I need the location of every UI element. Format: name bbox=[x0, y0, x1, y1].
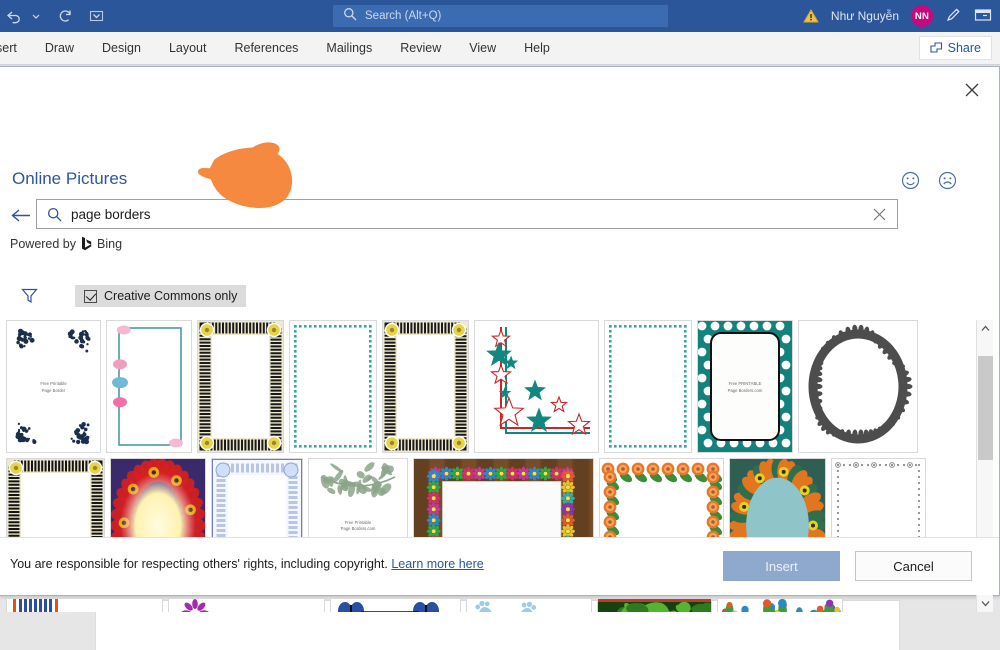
result-thumbnail[interactable] bbox=[289, 320, 377, 453]
scrollbar-thumb[interactable] bbox=[978, 356, 993, 460]
chevron-up-icon[interactable] bbox=[977, 320, 994, 337]
search-input-value: page borders bbox=[71, 207, 861, 222]
cancel-button[interactable]: Cancel bbox=[855, 551, 972, 581]
tab-insert[interactable]: sert bbox=[0, 32, 31, 65]
result-thumbnail[interactable] bbox=[382, 320, 469, 453]
smiley-sad-icon[interactable] bbox=[938, 171, 957, 195]
word-search-placeholder: Search (Alt+Q) bbox=[365, 10, 441, 22]
result-thumbnail[interactable] bbox=[604, 320, 692, 453]
dialog-footer: You are responsible for respecting other… bbox=[0, 537, 999, 595]
close-icon[interactable] bbox=[961, 79, 983, 101]
undo-icon[interactable] bbox=[4, 6, 24, 26]
tab-mailings[interactable]: Mailings bbox=[312, 32, 386, 65]
back-arrow-icon[interactable] bbox=[10, 204, 32, 226]
result-thumbnail[interactable] bbox=[474, 320, 599, 453]
word-title-bar: Document1 - Word Search (Alt+Q) Như Nguy… bbox=[0, 0, 1000, 32]
feedback-group bbox=[901, 171, 957, 195]
thumbnail-caption: Free Printable Page Borders.com bbox=[309, 520, 407, 533]
result-thumbnail[interactable]: Free PRINTABLE Page Borders.com bbox=[697, 320, 793, 453]
ribbon-display-options-icon[interactable] bbox=[974, 8, 992, 25]
copyright-text: You are responsible for respecting other… bbox=[10, 557, 388, 571]
avatar[interactable]: NN bbox=[911, 5, 933, 27]
clear-x-icon[interactable] bbox=[861, 208, 897, 221]
filter-funnel-icon[interactable] bbox=[19, 286, 39, 306]
page-title: Online Pictures bbox=[12, 169, 127, 189]
tab-design[interactable]: Design bbox=[88, 32, 155, 65]
tab-view[interactable]: View bbox=[455, 32, 510, 65]
result-thumbnail[interactable] bbox=[717, 598, 843, 612]
bing-search-input[interactable]: page borders bbox=[36, 199, 898, 229]
result-thumbnail[interactable] bbox=[168, 598, 325, 612]
result-thumbnail[interactable] bbox=[6, 598, 163, 612]
ribbon-tab-bar: sert Draw Design Layout References Maili… bbox=[0, 32, 1000, 65]
word-search-box[interactable]: Search (Alt+Q) bbox=[333, 5, 668, 27]
tab-help[interactable]: Help bbox=[510, 32, 564, 65]
account-name[interactable]: Như Nguyễn bbox=[831, 9, 899, 23]
result-thumbnail[interactable] bbox=[798, 320, 918, 453]
learn-more-link[interactable]: Learn more here bbox=[391, 557, 483, 571]
result-thumbnail[interactable] bbox=[106, 320, 192, 453]
tab-review[interactable]: Review bbox=[386, 32, 455, 65]
bing-logo-icon bbox=[81, 236, 92, 251]
share-button[interactable]: Share bbox=[919, 36, 992, 60]
tab-layout[interactable]: Layout bbox=[155, 32, 221, 65]
tab-draw[interactable]: Draw bbox=[31, 32, 88, 65]
customize-quick-access-toolbar-icon[interactable] bbox=[86, 6, 106, 26]
chevron-down-icon[interactable] bbox=[977, 595, 994, 612]
insert-button[interactable]: Insert bbox=[723, 551, 840, 581]
quick-access-toolbar bbox=[0, 6, 106, 26]
search-icon bbox=[343, 7, 357, 26]
smiley-happy-icon[interactable] bbox=[901, 171, 920, 195]
powered-by-bing: Powered by Bing bbox=[10, 236, 122, 251]
result-thumbnail[interactable] bbox=[466, 598, 592, 612]
copyright-notice: You are responsible for respecting other… bbox=[10, 557, 484, 571]
tab-references[interactable]: References bbox=[220, 32, 312, 65]
thumbnail-caption: Free Printable Page Border bbox=[7, 381, 100, 394]
result-thumbnail[interactable] bbox=[197, 320, 284, 453]
share-label: Share bbox=[948, 41, 981, 55]
powered-by-label: Powered by bbox=[10, 237, 76, 251]
creative-commons-filter-chip[interactable]: Creative Commons only bbox=[75, 285, 246, 307]
checkbox-checked-icon[interactable] bbox=[84, 290, 97, 303]
title-bar-right-group: Như Nguyễn NN bbox=[803, 0, 992, 32]
chevron-down-icon[interactable] bbox=[26, 6, 46, 26]
result-thumbnail[interactable] bbox=[330, 598, 461, 612]
bing-label: Bing bbox=[97, 237, 122, 251]
search-icon bbox=[37, 207, 71, 222]
warning-triangle-icon[interactable] bbox=[803, 9, 819, 23]
thumbnail-caption: Free PRINTABLE Page Borders.com bbox=[698, 381, 792, 394]
online-pictures-dialog: Online Pictures page borders Powered by … bbox=[0, 66, 1000, 596]
result-thumbnail[interactable] bbox=[597, 598, 712, 612]
creative-commons-label: Creative Commons only bbox=[104, 289, 237, 303]
redo-icon[interactable] bbox=[56, 6, 76, 26]
share-icon bbox=[930, 41, 943, 56]
pen-annotation-icon[interactable] bbox=[945, 6, 962, 26]
result-thumbnail[interactable]: Free Printable Page Border bbox=[6, 320, 101, 453]
filter-row: Creative Commons only bbox=[0, 281, 999, 311]
